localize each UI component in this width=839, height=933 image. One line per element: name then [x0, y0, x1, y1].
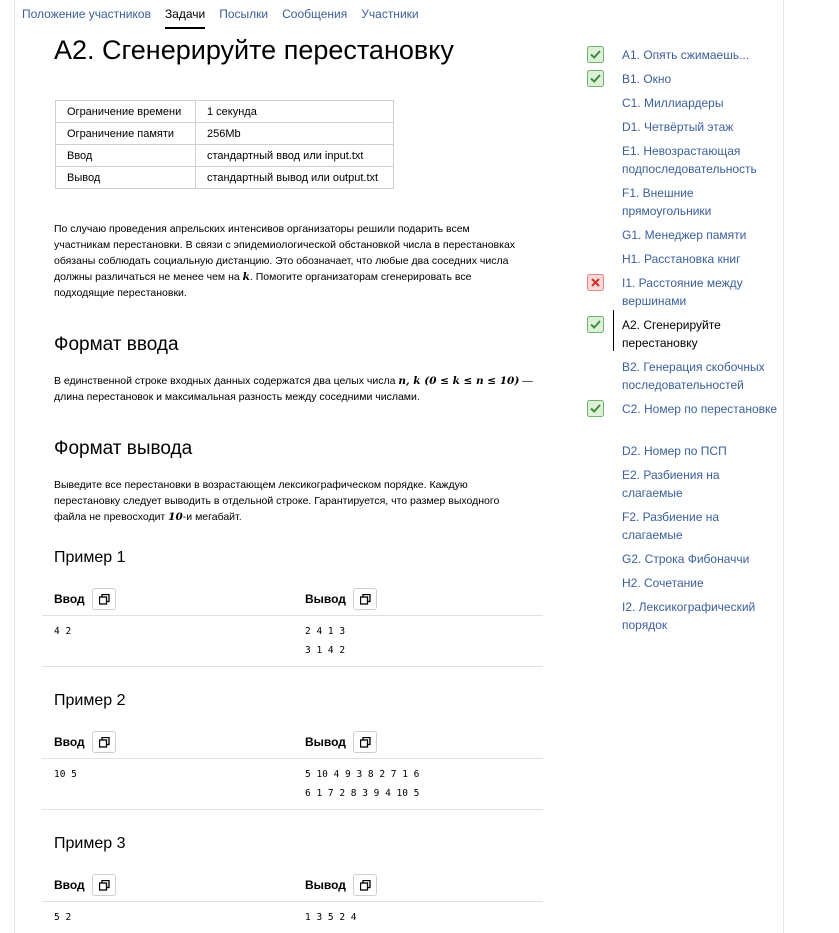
sidebar-item-label: E2. Разбиения на слагаемые [622, 468, 720, 500]
example-input-header: Ввод [54, 874, 116, 896]
example-output-label: Вывод [305, 735, 346, 749]
divider [42, 809, 543, 810]
limit-value: 1 секунда [195, 100, 394, 123]
cross-icon [587, 274, 604, 291]
copy-icon [359, 737, 371, 748]
limits-table: Ограничение времени 1 секунда Ограничени… [55, 100, 394, 189]
copy-input-button[interactable] [91, 588, 116, 610]
limit-value: 256Mb [195, 122, 394, 145]
example-output: 2 4 1 3 3 1 4 2 [305, 626, 346, 656]
copy-icon [98, 594, 110, 605]
sidebar-item-label: B1. Окно [622, 72, 672, 86]
input-format-text: В единственной строке входных данных сод… [54, 373, 533, 405]
example-input-header: Ввод [54, 731, 116, 753]
table-row: Вывод стандартный вывод или output.txt [55, 166, 394, 189]
output-format-line: перестановку следует выводить в отдельно… [54, 495, 500, 507]
example-output-label: Вывод [305, 592, 346, 606]
copy-input-button[interactable] [91, 731, 116, 753]
example-output-label: Вывод [305, 878, 346, 892]
nav-submissions[interactable]: Посылки [219, 7, 268, 29]
sidebar-item-label: B2. Генерация скобочных последовательнос… [622, 360, 765, 392]
limit-key: Ограничение времени [55, 100, 196, 123]
sidebar-item-label: G2. Строка Фибоначчи [622, 552, 750, 566]
sidebar-item-label: A1. Опять сжимаешь... [622, 48, 750, 62]
statement-line: должны различаться не менее чем на k. По… [54, 271, 472, 283]
sidebar-item-label: C1. Миллиардеры [622, 96, 724, 110]
nav-problems[interactable]: Задачи [164, 7, 206, 29]
sidebar-item-label: G1. Менеджер памяти [622, 228, 747, 242]
sidebar-item-label: D1. Четвёртый этаж [622, 120, 734, 134]
table-row: Ограничение памяти 256Mb [55, 122, 394, 145]
example-output-header: Вывод [305, 874, 377, 896]
input-format-line: В единственной строке входных данных сод… [54, 375, 533, 387]
copy-icon [359, 594, 371, 605]
statement-line: участникам перестановки. В связи с эпиде… [54, 239, 516, 251]
example-output-header: Вывод [305, 731, 377, 753]
copy-input-button[interactable] [91, 874, 116, 896]
example-input-label: Ввод [54, 735, 85, 749]
limit-value: стандартный ввод или input.txt [195, 144, 394, 167]
copy-output-button[interactable] [352, 874, 377, 896]
table-row: Ввод стандартный ввод или input.txt [55, 144, 394, 167]
sidebar-item-label: F1. Внешние прямоугольники [622, 186, 712, 218]
copy-icon [98, 880, 110, 891]
sidebar-item-label: H2. Сочетание [622, 576, 704, 590]
top-nav: Положение участников Задачи Посылки Сооб… [22, 7, 433, 29]
example-title: Пример 3 [54, 835, 126, 852]
example-title: Пример 1 [54, 549, 126, 566]
copy-output-button[interactable] [352, 731, 377, 753]
statement-line: обязаны соблюдать социальную дистанцию. … [54, 255, 509, 267]
limit-key: Ввод [55, 144, 196, 167]
sidebar-item-label: C2. Номер по перестановке [622, 402, 778, 416]
limit-key: Вывод [55, 166, 196, 189]
table-row: Ограничение времени 1 секунда [55, 100, 394, 123]
sidebar-item-label: I1. Расстояние между вершинами [622, 276, 743, 308]
sidebar-item-label: A2. Сгенерируйте перестановку [622, 318, 721, 350]
nav-messages[interactable]: Сообщения [282, 7, 347, 29]
input-format-heading: Формат ввода [54, 334, 179, 355]
statement-line: По случаю проведения апрельских интенсив… [54, 223, 470, 235]
example-input-header: Ввод [54, 588, 116, 610]
sidebar-item-label: E1. Невозрастающая подпоследовательность [622, 144, 757, 176]
divider [42, 758, 543, 759]
nav-standings[interactable]: Положение участников [22, 7, 151, 29]
check-icon [587, 400, 604, 417]
statement-text: По случаю проведения апрельских интенсив… [54, 221, 515, 301]
sidebar-item-label: I2. Лексикографический порядок [622, 600, 756, 632]
nav-participants[interactable]: Участники [361, 7, 418, 29]
sidebar-item-label: H1. Расстановка книг [622, 252, 741, 266]
input-format-line: длина перестановок и максимальная разнос… [54, 391, 420, 403]
output-format-line: файла не превосходит 10-и мегабайт. [54, 511, 242, 523]
example-input: 10 5 [54, 769, 77, 780]
statement-line: подходящие перестановки. [54, 287, 187, 299]
sidebar-item-label: D2. Номер по ПСП [622, 444, 727, 458]
limit-value: стандартный вывод или output.txt [195, 166, 394, 189]
example-input-label: Ввод [54, 592, 85, 606]
copy-output-button[interactable] [352, 588, 377, 610]
example-output: 5 10 4 9 3 8 2 7 1 6 6 1 7 2 8 3 9 4 10 … [305, 769, 420, 799]
divider [42, 901, 543, 902]
example-input: 5 2 [54, 912, 72, 923]
check-icon [587, 70, 604, 87]
check-icon [587, 46, 604, 63]
output-format-line: Выведите все перестановки в возрастающем… [54, 479, 468, 491]
sidebar-item-label: F2. Разбиение на слагаемые [622, 510, 720, 542]
example-title: Пример 2 [54, 692, 126, 709]
current-indicator [613, 310, 614, 351]
divider [42, 615, 543, 616]
output-format-text: Выведите все перестановки в возрастающем… [54, 477, 499, 525]
example-input: 4 2 [54, 626, 72, 637]
problem-title: A2. Сгенерируйте перестановку [54, 35, 454, 65]
output-format-heading: Формат вывода [54, 438, 193, 459]
copy-icon [359, 880, 371, 891]
check-icon [587, 316, 604, 333]
copy-icon [98, 737, 110, 748]
limit-key: Ограничение памяти [55, 122, 196, 145]
example-input-label: Ввод [54, 878, 85, 892]
example-output-header: Вывод [305, 588, 377, 610]
divider [42, 666, 543, 667]
example-output: 1 3 5 2 4 [305, 912, 357, 923]
